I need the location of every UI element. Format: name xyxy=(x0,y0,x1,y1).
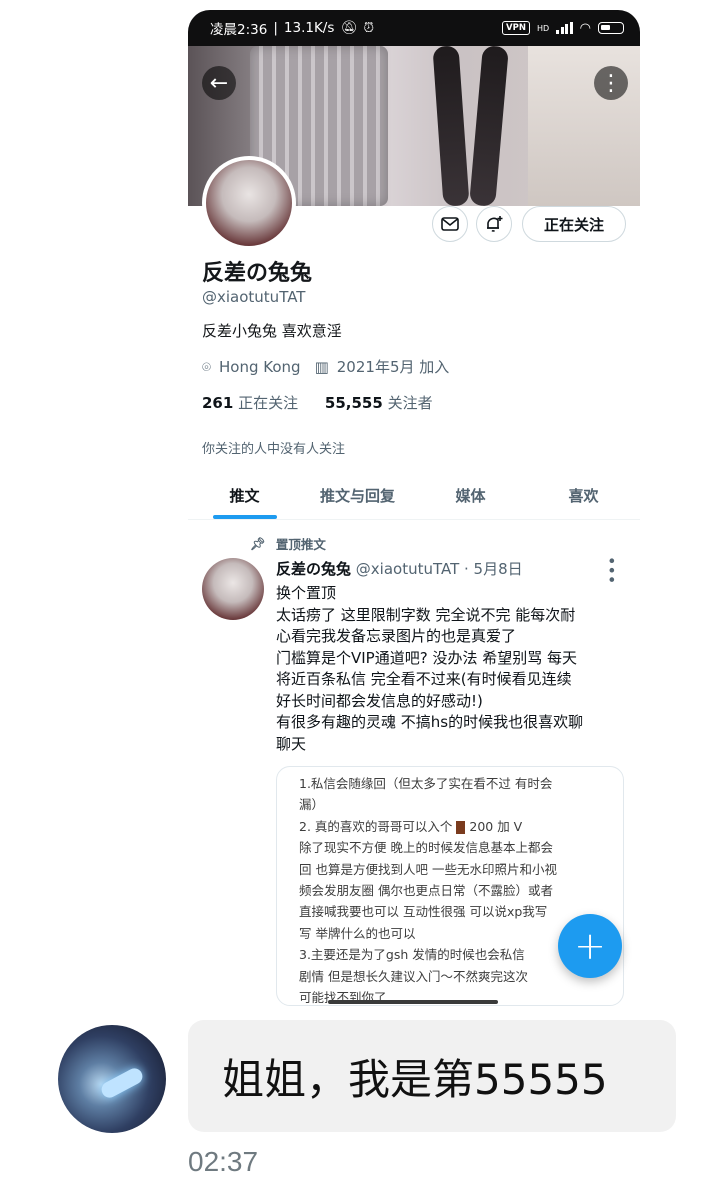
memo-line: 除了现实不方便 晚上的时候发信息基本上都会 xyxy=(299,840,553,856)
status-time: 凌晨2:36 xyxy=(210,22,268,38)
memo-line: 2. 真的喜欢的哥哥可以入个 200 加 V xyxy=(299,816,623,837)
memo-line-text: 2. 真的喜欢的哥哥可以入个 xyxy=(299,818,453,834)
memo-line: 1.私信会随缘回（但太多了实在看不过 有时会 xyxy=(299,776,553,791)
tab-media[interactable]: 媒体 xyxy=(414,472,527,519)
status-bar: 凌晨2:36 | 13.1K/s 🔕︎ ⏰︎ VPN HD ◠ xyxy=(188,10,640,46)
followed-by-note: 你关注的人中没有人关注 xyxy=(202,442,346,457)
message-bubble[interactable]: 姐姐，我是第55555 xyxy=(188,1020,676,1132)
tab-tweets-replies[interactable]: 推文与回复 xyxy=(301,472,414,519)
tab-likes[interactable]: 喜欢 xyxy=(527,472,640,519)
banner-figure xyxy=(432,46,514,206)
memo-line: 频会发朋友圈 偶尔也更点日常（不露脸）或者 xyxy=(299,883,553,899)
profile-tabs: 推文 推文与回复 媒体 喜欢 xyxy=(188,472,640,520)
following-count: 261 xyxy=(202,394,234,412)
tweet-avatar[interactable] xyxy=(202,558,264,620)
home-indicator[interactable] xyxy=(328,1000,498,1004)
profile-avatar[interactable] xyxy=(202,156,296,250)
tweet-author: 反差の兔兔 xyxy=(276,560,352,578)
tweet-more-icon[interactable]: ••• xyxy=(602,556,621,584)
tab-tweets[interactable]: 推文 xyxy=(188,472,301,519)
banner-wall xyxy=(528,46,640,206)
compose-tweet-button[interactable]: + xyxy=(558,914,622,978)
tweet-header: 反差の兔兔 @xiaotutuTAT · 5月8日 xyxy=(276,558,523,579)
vpn-icon: VPN xyxy=(502,21,530,35)
signal-icon xyxy=(556,22,573,34)
bell-plus-icon xyxy=(487,216,503,232)
follow-stats: 261 正在关注 55,555 关注者 xyxy=(202,392,433,413)
pin-icon: 📌︎ xyxy=(250,535,266,551)
user-handle: @xiaotutuTAT xyxy=(202,288,306,306)
notify-button[interactable] xyxy=(476,206,512,242)
pinned-label: 置顶推文 xyxy=(275,537,326,552)
profile-meta: ⌾ Hong Kong ▥ 2021年5月 加入 xyxy=(202,356,449,377)
battery-icon xyxy=(598,22,624,34)
alarm-icon: ⏰︎ xyxy=(363,20,375,36)
followers-count: 55,555 xyxy=(324,394,383,412)
location-icon: ⌾ xyxy=(202,357,212,376)
tweet-line: 将近百条私信 完全看不过来(有时候看见连续 xyxy=(276,670,572,688)
profile-bio: 反差小兔兔 喜欢意淫 xyxy=(202,322,342,340)
mute-icon: 🔕︎ xyxy=(340,20,358,36)
memo-line: 回 也算是方便找到人吧 一些无水印照片和小视 xyxy=(299,861,557,877)
hd-icon: HD xyxy=(536,23,550,33)
memo-price: 200 加 V xyxy=(469,818,523,834)
tweet-body: 换个置顶 太话痨了 这里限制字数 完全说不完 能每次耐 心看完我发备忘录图片的也… xyxy=(276,583,636,755)
message-time: 02:37 xyxy=(188,1146,259,1177)
chat-screen: { "status_bar": {"time": "凌晨2:36", "spee… xyxy=(0,0,723,1200)
followers-link[interactable]: 55,555 关注者 xyxy=(325,394,433,412)
back-arrow-icon[interactable]: ← xyxy=(202,66,236,100)
pinned-indicator: 📌︎ 置顶推文 xyxy=(250,534,326,553)
tweet-line: 聊天 xyxy=(276,734,307,753)
redacted-block xyxy=(456,820,466,834)
tweet-line: 有很多有趣的灵魂 不搞hs的时候我也很喜欢聊 xyxy=(276,713,584,731)
tweet-line: 心看完我发备忘录图片的也是真爱了 xyxy=(276,627,517,645)
following-label: 正在关注 xyxy=(238,394,299,412)
tweet-line: 好长时间都会发信息的好感动!) xyxy=(276,691,483,710)
wifi-icon: ◠ xyxy=(579,20,591,36)
mail-icon xyxy=(441,217,459,231)
following-link[interactable]: 261 正在关注 xyxy=(202,394,298,412)
calendar-icon: ▥ xyxy=(314,357,329,376)
tweet-line: 太话痨了 这里限制字数 完全说不完 能每次耐 xyxy=(276,605,576,624)
display-name: 反差の兔兔 xyxy=(202,261,313,286)
twitter-profile-screenshot: 凌晨2:36 | 13.1K/s 🔕︎ ⏰︎ VPN HD ◠ ← ⋮ 正在关注… xyxy=(188,10,640,1006)
memo-line: 漏） xyxy=(299,797,325,813)
join-date: 2021年5月 加入 xyxy=(336,358,450,376)
message-button[interactable] xyxy=(432,206,468,242)
network-speed: 13.1K/s xyxy=(283,20,335,36)
tweet-line: 门槛算是个VIP通道吧? 没办法 希望别骂 每天 xyxy=(276,648,577,667)
following-button[interactable]: 正在关注 xyxy=(522,206,626,242)
more-options-icon[interactable]: ⋮ xyxy=(594,66,628,100)
tweet-line: 换个置顶 xyxy=(276,584,337,602)
followers-label: 关注者 xyxy=(387,394,433,412)
tweet-handle-date: @xiaotutuTAT · 5月8日 xyxy=(355,560,523,578)
sender-avatar[interactable] xyxy=(58,1025,166,1133)
profile-location: Hong Kong xyxy=(219,357,301,376)
